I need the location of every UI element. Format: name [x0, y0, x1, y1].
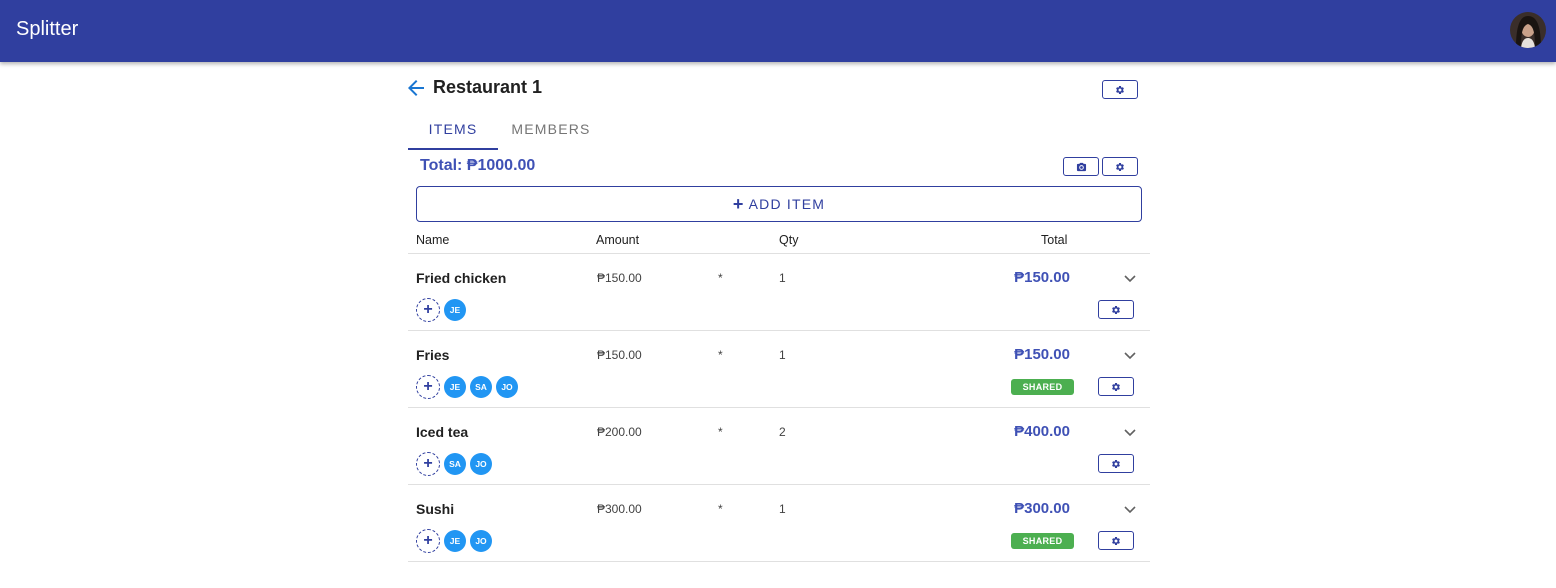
member-chip[interactable]: JO — [470, 530, 492, 552]
item-qty: 1 — [779, 348, 786, 362]
item-settings-button[interactable] — [1098, 377, 1134, 396]
item-qty: 2 — [779, 425, 786, 439]
gear-icon — [1112, 382, 1120, 391]
add-item-button[interactable]: + ADD ITEM — [416, 186, 1142, 222]
item-name: Sushi — [416, 501, 455, 517]
column-header-amount: Amount — [596, 233, 640, 247]
user-avatar[interactable] — [1510, 12, 1546, 48]
gear-icon — [1116, 162, 1124, 171]
item-name: Iced tea — [416, 424, 469, 440]
item-amount: ₱200.00 — [597, 425, 642, 439]
item-members: + SA JO — [416, 452, 492, 476]
item-total: ₱400.00 — [1014, 423, 1070, 440]
tab-bar: Items Members — [408, 108, 1150, 150]
column-header-name: Name — [416, 233, 450, 247]
item-row: Iced tea ₱200.00 * 2 ₱400.00 + SA JO — [408, 408, 1150, 485]
shared-badge: SHARED — [1011, 533, 1074, 549]
member-chip[interactable]: JE — [444, 299, 466, 321]
chevron-down-icon — [1124, 352, 1136, 360]
tab-members[interactable]: Members — [504, 108, 598, 150]
gear-icon — [1116, 85, 1124, 94]
add-member-button[interactable]: + — [416, 298, 440, 322]
item-settings-button[interactable] — [1098, 531, 1134, 550]
scan-receipt-button[interactable] — [1063, 157, 1099, 176]
back-button[interactable] — [404, 76, 428, 100]
chevron-down-icon — [1124, 429, 1136, 437]
app-bar: Splitter — [0, 0, 1556, 62]
member-chip[interactable]: JO — [470, 453, 492, 475]
column-header-qty: Qty — [779, 233, 799, 247]
restaurant-settings-button[interactable] — [1102, 80, 1138, 99]
add-member-button[interactable]: + — [416, 375, 440, 399]
chevron-down-icon — [1124, 275, 1136, 283]
member-chip[interactable]: JE — [444, 376, 466, 398]
multiply-sign: * — [718, 348, 723, 362]
multiply-sign: * — [718, 425, 723, 439]
shared-badge: SHARED — [1011, 379, 1074, 395]
item-row: Fries ₱150.00 * 1 ₱150.00 + JE SA JO SHARE… — [408, 331, 1150, 408]
item-amount: ₱150.00 — [597, 271, 642, 285]
item-amount: ₱300.00 — [597, 502, 642, 516]
expand-button[interactable] — [1122, 347, 1138, 363]
item-name: Fried chicken — [416, 270, 507, 286]
item-settings-button[interactable] — [1098, 454, 1134, 473]
multiply-sign: * — [718, 502, 723, 516]
plus-icon: + — [423, 455, 433, 472]
gear-icon — [1112, 536, 1120, 545]
item-total: ₱150.00 — [1014, 269, 1070, 286]
expand-button[interactable] — [1122, 270, 1138, 286]
plus-icon: + — [732, 194, 745, 214]
bill-total: Total: ₱1000.00 — [420, 157, 536, 174]
member-chip[interactable]: JE — [444, 530, 466, 552]
plus-icon: + — [423, 301, 433, 318]
item-amount: ₱150.00 — [597, 348, 642, 362]
active-tab-indicator — [408, 148, 498, 150]
expand-button[interactable] — [1122, 501, 1138, 517]
plus-icon: + — [423, 532, 433, 549]
add-item-label: ADD ITEM — [748, 196, 826, 212]
multiply-sign: * — [718, 271, 723, 285]
add-member-button[interactable]: + — [416, 452, 440, 476]
expand-button[interactable] — [1122, 424, 1138, 440]
item-settings-button[interactable] — [1098, 300, 1134, 319]
gear-icon — [1112, 305, 1120, 314]
item-members: + JE JO — [416, 529, 492, 553]
page-title: Restaurant 1 — [433, 77, 543, 97]
item-members: + JE — [416, 298, 466, 322]
add-member-button[interactable]: + — [416, 529, 440, 553]
member-chip[interactable]: SA — [470, 376, 492, 398]
item-name: Fries — [416, 347, 450, 363]
tab-items[interactable]: Items — [408, 108, 498, 150]
member-chip[interactable]: SA — [444, 453, 466, 475]
arrow-left-icon — [408, 80, 424, 96]
item-qty: 1 — [779, 502, 786, 516]
chevron-down-icon — [1124, 506, 1136, 514]
member-chip[interactable]: JO — [496, 376, 518, 398]
item-row: Sushi ₱300.00 * 1 ₱300.00 + JE JO SHARED — [408, 485, 1150, 562]
item-total: ₱150.00 — [1014, 346, 1070, 363]
app-title: Splitter — [16, 18, 79, 40]
column-header-total: Total — [1041, 233, 1068, 247]
gear-icon — [1112, 459, 1120, 468]
camera-icon — [1076, 162, 1086, 171]
item-total: ₱300.00 — [1014, 500, 1070, 517]
item-members: + JE SA JO — [416, 375, 518, 399]
items-settings-button[interactable] — [1102, 157, 1138, 176]
item-qty: 1 — [779, 271, 786, 285]
plus-icon: + — [423, 378, 433, 395]
item-row: Fried chicken ₱150.00 * 1 ₱150.00 + JE — [408, 254, 1150, 331]
